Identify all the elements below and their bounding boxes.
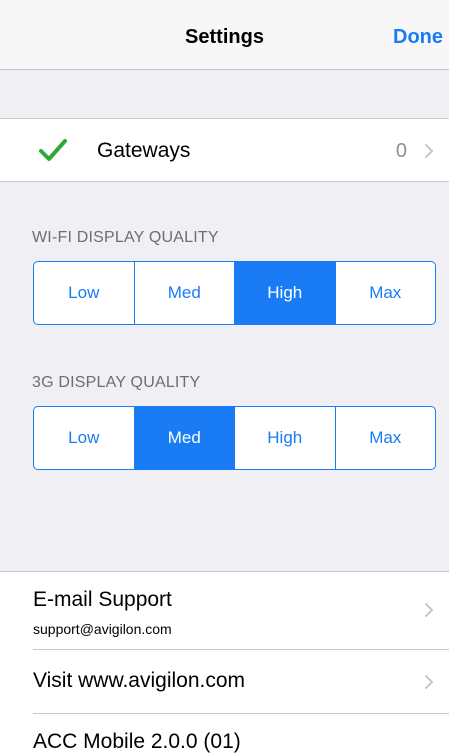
gateways-label: Gateways [97,139,191,162]
checkmark-icon [39,139,67,161]
version-row: ACC Mobile 2.0.0 (01) [0,714,449,755]
chevron-right-icon [425,144,433,158]
wifi-quality-header: WI-FI DISPLAY QUALITY [32,229,219,246]
cellular-quality-low[interactable]: Low [34,407,134,469]
app-version: ACC Mobile 2.0.0 (01) [33,730,241,753]
email-support-title: E-mail Support [33,588,172,611]
navigation-bar: Settings Done [0,0,449,70]
cellular-quality-header: 3G DISPLAY QUALITY [32,374,201,391]
wifi-quality-segmented-control: Low Med High Max [33,261,436,325]
email-support-address: support@avigilon.com [33,621,172,637]
wifi-quality-med[interactable]: Med [133,262,235,324]
email-support-row[interactable]: E-mail Support support@avigilon.com [0,572,449,649]
chevron-right-icon [425,675,433,689]
wifi-quality-max[interactable]: Max [334,262,436,324]
wifi-quality-low[interactable]: Low [34,262,134,324]
page-title: Settings [185,26,264,48]
visit-website-row[interactable]: Visit www.avigilon.com [0,650,449,713]
info-list: E-mail Support support@avigilon.com Visi… [0,571,449,755]
gateways-row[interactable]: Gateways 0 [0,118,449,182]
chevron-right-icon [425,603,433,617]
done-button[interactable]: Done [393,26,443,49]
gateways-count: 0 [395,140,407,162]
cellular-quality-segmented-control: Low Med High Max [33,406,436,470]
visit-website-title: Visit www.avigilon.com [33,669,246,692]
cellular-quality-med[interactable]: Med [133,407,234,469]
cellular-quality-high[interactable]: High [234,407,335,469]
cellular-quality-max[interactable]: Max [334,407,436,469]
settings-screen: Settings Done Gateways 0 WI-FI DISPLAY Q… [0,0,449,755]
wifi-quality-high[interactable]: High [234,262,335,324]
